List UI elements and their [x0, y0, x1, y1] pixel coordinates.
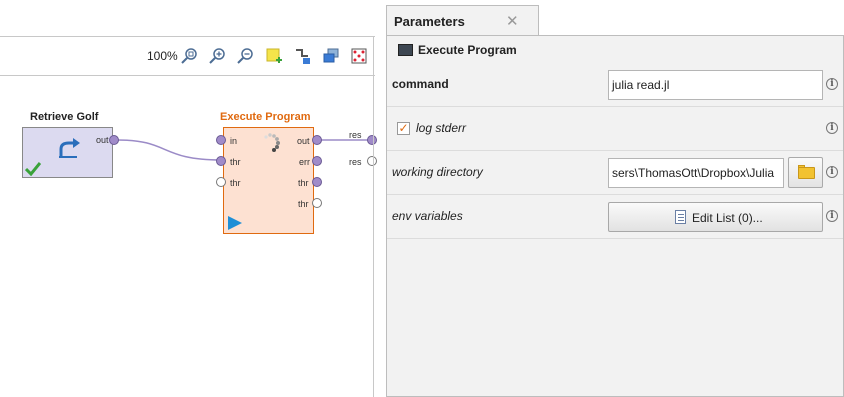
port-label-execute-in: in	[230, 136, 238, 146]
port-execute-err[interactable]	[312, 156, 322, 166]
port-execute-out[interactable]	[312, 135, 322, 145]
command-field[interactable]: julia read.jl	[608, 70, 823, 100]
result-port-label-2: res	[349, 157, 362, 167]
info-icon[interactable]: i	[826, 210, 838, 222]
selected-operator-name: Execute Program	[418, 43, 517, 57]
parameters-tab-label: Parameters	[394, 14, 465, 29]
process-canvas[interactable]: 100% Retrieve Golf out Execute Program i…	[0, 0, 377, 397]
port-label-execute-out: out	[297, 136, 310, 146]
param-label-working-directory: working directory	[392, 165, 483, 179]
param-label-env-variables: env variables	[392, 209, 463, 223]
result-port-1[interactable]	[367, 135, 377, 145]
operator-title-retrieve-golf: Retrieve Golf	[30, 111, 99, 123]
port-execute-thr-out-2[interactable]	[312, 198, 322, 208]
param-label-log-stderr: log stderr	[416, 121, 467, 135]
tab-parameters[interactable]: Parameters ✕	[386, 5, 539, 36]
port-label-execute-thr-out-1: thr	[298, 178, 309, 188]
result-port-2[interactable]	[367, 156, 377, 166]
port-label-execute-err: err	[299, 157, 310, 167]
info-icon[interactable]: i	[826, 122, 838, 134]
operator-execute-program[interactable]: in thr thr out err thr thr	[223, 127, 314, 234]
port-execute-thr-in-2[interactable]	[216, 177, 226, 187]
list-edit-icon	[675, 210, 686, 224]
run-play-icon	[228, 216, 242, 230]
param-row-log-stderr: ✓ log stderr i	[387, 107, 843, 151]
success-check-icon	[25, 162, 41, 176]
param-label-command: command	[392, 77, 449, 91]
edit-list-button[interactable]: Edit List (0)...	[608, 202, 823, 232]
log-stderr-checkbox[interactable]: ✓	[397, 122, 410, 135]
port-execute-in[interactable]	[216, 135, 226, 145]
canvas-divider	[373, 36, 374, 397]
terminal-icon	[398, 44, 413, 56]
working-directory-field[interactable]: sers\ThomasOtt\Dropbox\Julia	[608, 158, 784, 188]
param-row-env-variables: env variables Edit List (0)... i	[387, 195, 843, 239]
param-row-working-directory: working directory sers\ThomasOtt\Dropbox…	[387, 151, 843, 195]
port-label-retrieve-out: out	[96, 135, 109, 145]
result-port-label-1: res	[349, 130, 362, 140]
port-label-execute-thr-out-2: thr	[298, 199, 309, 209]
close-icon[interactable]: ✕	[506, 12, 519, 30]
info-icon[interactable]: i	[826, 78, 838, 90]
operator-title-execute-program: Execute Program	[220, 111, 311, 123]
port-retrieve-out[interactable]	[109, 135, 119, 145]
parameters-panel: Parameters ✕ Execute Program command jul…	[386, 0, 844, 397]
parameters-body: Execute Program command julia read.jl i …	[386, 35, 844, 397]
retrieve-arrow-icon	[59, 138, 80, 158]
wire-golf-to-execute	[117, 139, 222, 161]
port-label-execute-thr-in-1: thr	[230, 157, 241, 167]
port-execute-thr-out-1[interactable]	[312, 177, 322, 187]
edit-list-button-label: Edit List (0)...	[692, 211, 763, 225]
info-icon[interactable]: i	[826, 166, 838, 178]
param-row-command: command julia read.jl i	[387, 63, 843, 107]
port-execute-thr-in-1[interactable]	[216, 156, 226, 166]
browse-directory-button[interactable]	[788, 157, 823, 188]
port-label-execute-thr-in-2: thr	[230, 178, 241, 188]
busy-spinner-icon	[264, 133, 280, 152]
folder-icon	[798, 167, 815, 179]
